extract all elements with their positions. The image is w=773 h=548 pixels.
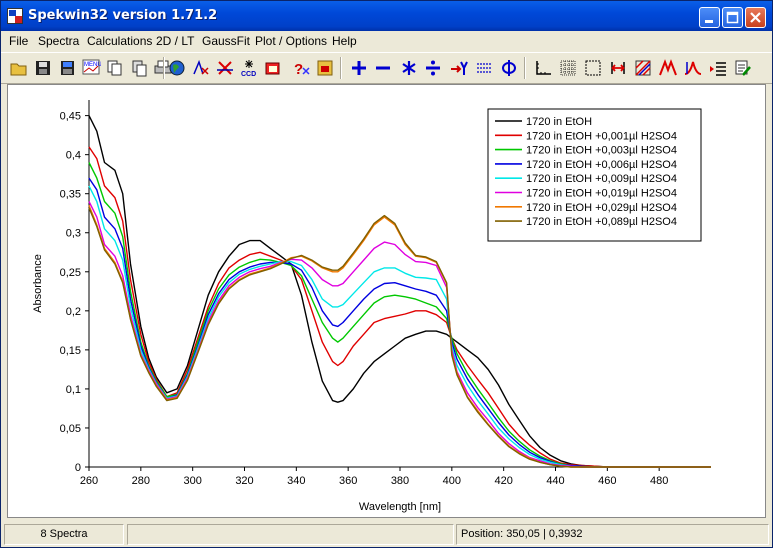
legend-entry: 1720 in EtOH +0,009µl H2SO4: [526, 173, 677, 185]
y-tick-label: 0,4: [66, 150, 81, 162]
grid-icon[interactable]: [558, 58, 578, 78]
legend-entry: 1720 in EtOH +0,089µl H2SO4: [526, 216, 677, 228]
x-tick-label: 360: [339, 475, 357, 487]
x-tick-label: 460: [598, 475, 616, 487]
legend-entry: 1720 in EtOH: [526, 116, 592, 128]
x-axis-label: Wavelength [nm]: [359, 501, 441, 513]
phi-icon[interactable]: [499, 58, 519, 78]
y-tick-label: 0,3: [66, 228, 81, 240]
menu-gaussfit[interactable]: GaussFit: [202, 34, 250, 48]
settings-icon[interactable]: [733, 58, 753, 78]
plot-area[interactable]: 260 280 300 320 340 360 380 400 420 440 460 480 0 0,0…: [7, 84, 766, 518]
y-tick-label: 0,1: [66, 384, 81, 396]
close-button[interactable]: [745, 7, 766, 28]
spectrum-icon[interactable]: [263, 58, 283, 78]
legend-entry: 1720 in EtOH +0,003µl H2SO4: [526, 145, 677, 157]
toolbar: MENU CCD ?: [1, 52, 772, 84]
x-tick-label: 280: [132, 475, 150, 487]
y-tick-label: 0,25: [60, 267, 81, 279]
x-tick-label: 380: [391, 475, 409, 487]
x-tick-label: 400: [443, 475, 461, 487]
minimize-button[interactable]: [699, 7, 720, 28]
maximize-button[interactable]: [722, 7, 743, 28]
close-icon: [750, 12, 761, 23]
window-title: Spekwin32 version 1.71.2: [28, 8, 218, 23]
help-icon[interactable]: ?: [291, 58, 311, 78]
spectra-chart[interactable]: 260 280 300 320 340 360 380 400 420 440 460 480 0 0,0…: [8, 85, 765, 517]
y-axis-label: Absorbance: [32, 254, 44, 313]
menu-2d-lt[interactable]: 2D / LT: [156, 34, 194, 48]
range-icon[interactable]: [608, 58, 628, 78]
series-line-8: [88, 207, 711, 468]
legend-entry: 1720 in EtOH +0,006µl H2SO4: [526, 159, 677, 171]
open-file-icon[interactable]: [9, 58, 29, 78]
copy-icon[interactable]: [129, 58, 149, 78]
y-tick-label: 0,45: [60, 111, 81, 123]
derivative-icon[interactable]: [449, 58, 469, 78]
spectra-count: 8 Spectra: [4, 524, 124, 545]
x-tick-label: 440: [546, 475, 564, 487]
divide-icon[interactable]: [423, 58, 443, 78]
x-tick-label: 480: [650, 475, 668, 487]
cursor-position: Position: 350,05 | 0,3932: [456, 524, 769, 545]
menu-bar: File Spectra Calculations 2D / LT GaussF…: [1, 31, 772, 51]
legend-entry: 1720 in EtOH +0,001µl H2SO4: [526, 130, 677, 142]
x-tick-label: 340: [287, 475, 305, 487]
export-icon[interactable]: [315, 58, 335, 78]
y-tick-label: 0,15: [60, 345, 81, 357]
y-tick-label: 0,05: [60, 423, 81, 435]
x-tick-label: 420: [494, 475, 512, 487]
legend-entry: 1720 in EtOH +0,019µl H2SO4: [526, 188, 677, 200]
x-tick-label: 300: [183, 475, 201, 487]
menu-icon[interactable]: MENU: [81, 58, 102, 78]
series-line-7: [88, 205, 711, 468]
app-icon[interactable]: [7, 8, 23, 24]
menu-spectra[interactable]: Spectra: [38, 34, 79, 48]
axis-icon[interactable]: [533, 58, 553, 78]
menu-help[interactable]: Help: [332, 34, 357, 48]
app-window: Spekwin32 version 1.71.2 File Spectra Ca…: [0, 0, 773, 548]
frame-icon[interactable]: [583, 58, 603, 78]
x-tick-label: 260: [80, 475, 98, 487]
integrate-icon[interactable]: [474, 58, 494, 78]
menu-plot-options[interactable]: Plot / Options: [255, 34, 327, 48]
globe-icon[interactable]: [167, 58, 187, 78]
title-bar[interactable]: Spekwin32 version 1.71.2: [1, 1, 772, 31]
gauss-icon[interactable]: [683, 58, 703, 78]
legend-entry: 1720 in EtOH +0,029µl H2SO4: [526, 202, 677, 214]
subtract-icon[interactable]: [373, 58, 393, 78]
svg-text:?: ?: [294, 61, 303, 78]
status-middle: [127, 524, 454, 545]
hatch-icon[interactable]: [633, 58, 653, 78]
save-all-icon[interactable]: [57, 58, 77, 78]
save-icon[interactable]: [33, 58, 53, 78]
multiply-icon[interactable]: [399, 58, 419, 78]
add-icon[interactable]: [349, 58, 369, 78]
minimize-icon: [705, 20, 713, 23]
svg-text:CCD: CCD: [241, 71, 256, 78]
menu-file[interactable]: File: [9, 34, 28, 48]
peak-fit-icon[interactable]: [658, 58, 678, 78]
ccd-icon[interactable]: CCD: [239, 58, 259, 78]
svg-text:MENU: MENU: [84, 62, 101, 68]
y-tick-label: 0,2: [66, 306, 81, 318]
status-bar: 8 Spectra Position: 350,05 | 0,3932: [1, 521, 772, 547]
list-icon[interactable]: [708, 58, 728, 78]
x-tick-label: 320: [235, 475, 253, 487]
chart-icon[interactable]: [105, 58, 125, 78]
y-tick-label: 0,35: [60, 189, 81, 201]
baseline-icon[interactable]: [215, 58, 235, 78]
y-tick-label: 0: [75, 462, 81, 474]
menu-calculations[interactable]: Calculations: [87, 34, 152, 48]
maximize-icon: [726, 11, 739, 24]
peak-icon[interactable]: [191, 58, 211, 78]
